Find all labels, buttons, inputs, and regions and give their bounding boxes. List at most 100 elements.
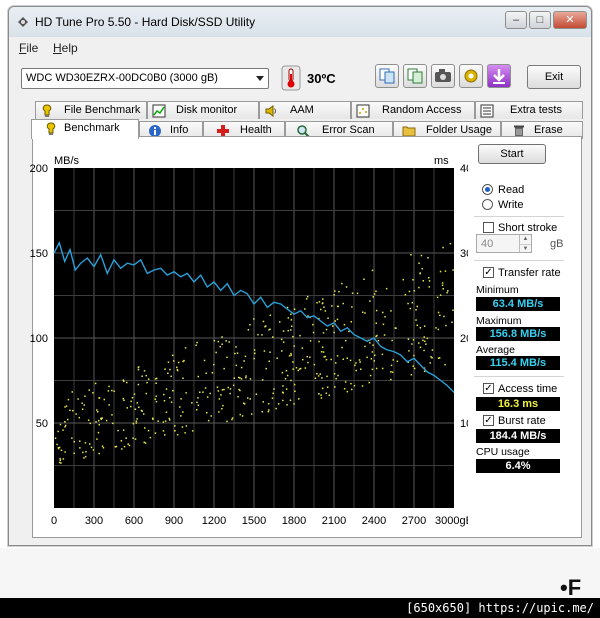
access-time-point bbox=[235, 346, 237, 348]
access-time-point bbox=[89, 422, 91, 425]
tab-label: Disk monitor bbox=[176, 104, 238, 116]
access-time-point bbox=[222, 404, 224, 407]
access-time-point bbox=[216, 386, 219, 388]
access-time-point bbox=[195, 344, 197, 346]
access-time-point bbox=[218, 398, 221, 400]
access-time-point bbox=[64, 421, 66, 423]
copy-button[interactable] bbox=[375, 64, 399, 88]
access-time-point bbox=[452, 309, 454, 311]
access-time-point bbox=[326, 386, 329, 388]
access-time-point bbox=[221, 343, 223, 345]
access-time-point bbox=[375, 309, 378, 312]
access-time-point bbox=[221, 389, 224, 391]
file-benchmark-icon bbox=[42, 104, 52, 117]
access-time-point bbox=[293, 308, 296, 310]
tab-disk-monitor[interactable]: Disk monitor bbox=[147, 101, 259, 119]
access-time-point bbox=[351, 306, 353, 308]
y-left-tick-label: 200 bbox=[30, 163, 48, 175]
access-time-point bbox=[418, 286, 420, 289]
y-left-tick-label: 50 bbox=[36, 418, 48, 430]
access-time-point bbox=[317, 375, 320, 377]
minimize-button[interactable]: – bbox=[505, 11, 527, 29]
access-time-point bbox=[134, 438, 137, 440]
access-time-point bbox=[226, 356, 228, 359]
access-time-point bbox=[97, 431, 100, 434]
x-tick-label: 2100 bbox=[322, 515, 346, 527]
access-time-point bbox=[263, 350, 266, 352]
access-time-point bbox=[371, 368, 374, 371]
tab-extra-tests[interactable]: Extra tests bbox=[475, 101, 583, 119]
short-stroke-checkbox[interactable] bbox=[483, 222, 494, 233]
access-time-point bbox=[215, 351, 217, 354]
access-time-point bbox=[294, 390, 296, 392]
access-time-point bbox=[111, 389, 113, 392]
access-time-point bbox=[268, 360, 270, 362]
access-time-point bbox=[328, 394, 330, 396]
menu-help[interactable]: Help bbox=[53, 41, 78, 55]
access-time-point bbox=[369, 374, 372, 377]
tab-random-access[interactable]: Random Access bbox=[351, 101, 475, 119]
access-time-point bbox=[316, 373, 318, 375]
access-time-point bbox=[424, 340, 426, 343]
access-time-point bbox=[280, 338, 283, 341]
access-time-point bbox=[442, 288, 444, 290]
access-time-point bbox=[392, 359, 394, 361]
access-time-label: Access time bbox=[498, 383, 558, 395]
access-time-point bbox=[163, 400, 166, 402]
access-time-point bbox=[217, 340, 220, 343]
spin-up-icon[interactable]: ▲ bbox=[519, 235, 531, 244]
spin-down-icon[interactable]: ▼ bbox=[519, 244, 531, 253]
access-time-point bbox=[441, 282, 444, 284]
access-time-point bbox=[122, 429, 125, 431]
access-time-point bbox=[341, 282, 343, 285]
access-time-point bbox=[146, 381, 148, 384]
title-bar[interactable]: HD Tune Pro 5.50 - Hard Disk/SSD Utility… bbox=[9, 7, 591, 37]
drive-select[interactable]: WDC WD30EZRX-00DC0B0 (3000 gB) bbox=[21, 68, 269, 89]
tab-label: Info bbox=[170, 124, 189, 136]
access-time-point bbox=[69, 409, 71, 412]
write-radio[interactable] bbox=[482, 199, 493, 210]
access-time-point bbox=[436, 296, 439, 299]
access-time-point bbox=[346, 390, 349, 393]
access-time-point bbox=[197, 375, 199, 378]
tab-benchmark[interactable]: Benchmark bbox=[31, 119, 139, 139]
transfer-rate-checkbox[interactable]: ✓ bbox=[483, 267, 494, 278]
screenshot-button[interactable] bbox=[431, 64, 455, 88]
maximize-button[interactable]: □ bbox=[529, 11, 551, 29]
stroke-stepper[interactable]: 40 ▲ ▼ bbox=[476, 234, 532, 253]
access-time-point bbox=[64, 424, 67, 427]
access-time-point bbox=[243, 360, 245, 362]
save-button[interactable] bbox=[487, 64, 511, 88]
access-time-point bbox=[427, 257, 429, 259]
access-time-point bbox=[154, 432, 157, 434]
close-button[interactable]: ✕ bbox=[553, 11, 587, 29]
access-time-point bbox=[182, 360, 184, 363]
start-button[interactable]: Start bbox=[478, 144, 546, 164]
access-time-point bbox=[370, 358, 373, 360]
access-time-point bbox=[428, 286, 430, 288]
access-time-point bbox=[366, 356, 368, 359]
tab-file-benchmark[interactable]: File Benchmark bbox=[35, 101, 147, 119]
menu-file[interactable]: File bbox=[19, 41, 38, 55]
read-radio[interactable] bbox=[482, 184, 493, 195]
tab-aam[interactable]: AAM bbox=[259, 101, 351, 119]
access-time-point bbox=[290, 354, 292, 356]
access-time-point bbox=[411, 301, 414, 304]
burst-rate-checkbox[interactable]: ✓ bbox=[483, 415, 494, 426]
access-time-point bbox=[226, 420, 228, 423]
access-time-point bbox=[228, 341, 230, 343]
access-time-point bbox=[377, 339, 380, 342]
copy-all-button[interactable] bbox=[403, 64, 427, 88]
access-time-point bbox=[196, 401, 198, 404]
access-time-point bbox=[143, 370, 146, 372]
access-time-point bbox=[172, 389, 174, 392]
access-time-point bbox=[85, 451, 87, 453]
access-time-point bbox=[333, 294, 335, 296]
access-time-point bbox=[293, 383, 296, 386]
exit-button[interactable]: Exit bbox=[527, 65, 581, 89]
access-time-checkbox[interactable]: ✓ bbox=[483, 383, 494, 394]
access-time-point bbox=[169, 419, 171, 421]
options-button[interactable] bbox=[459, 64, 483, 88]
access-time-point bbox=[137, 366, 140, 368]
access-time-point bbox=[168, 417, 170, 420]
